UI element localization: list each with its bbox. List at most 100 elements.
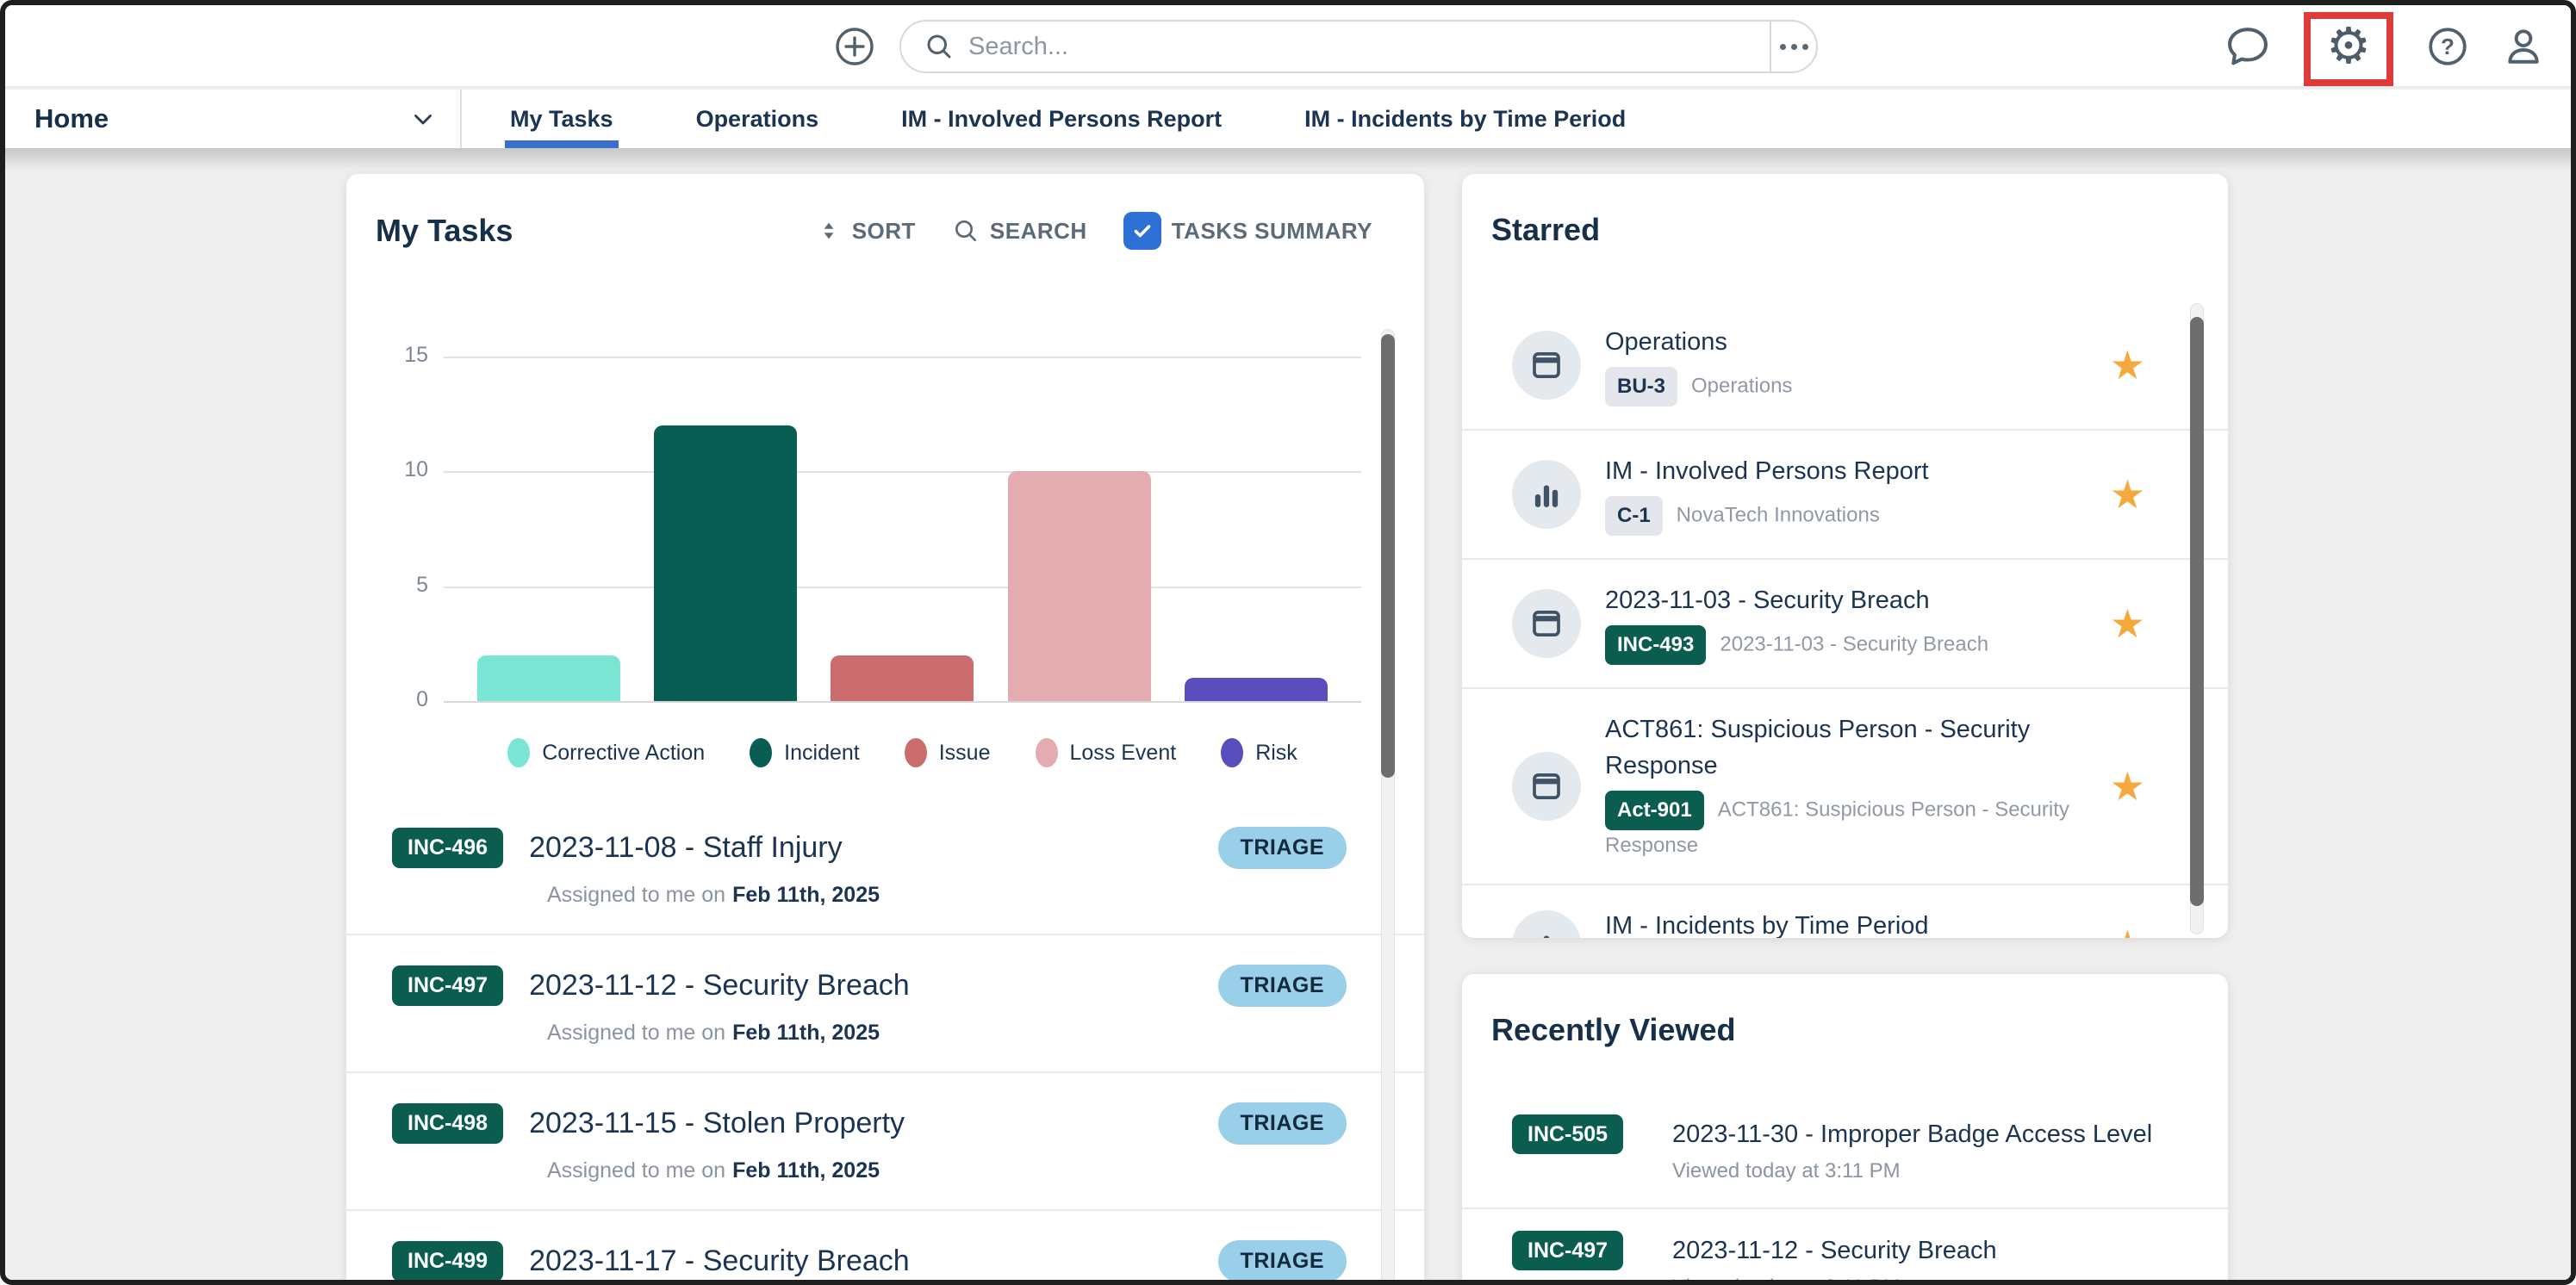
record-id-badge: INC-497 bbox=[392, 965, 503, 1006]
bar-incident bbox=[654, 425, 797, 701]
avatar bbox=[1512, 910, 1581, 938]
y-axis-tick: 15 bbox=[380, 343, 428, 368]
my-tasks-title: My Tasks bbox=[376, 213, 513, 249]
my-tasks-card: My Tasks SORT SEARCH bbox=[346, 174, 1424, 1285]
sort-label: SORT bbox=[852, 218, 916, 245]
starred-item-title: Operations bbox=[1605, 324, 2089, 360]
starred-item[interactable]: Operations BU-3Operations ★ bbox=[1462, 301, 2228, 431]
tab-im-incidents-by-time-period[interactable]: IM - Incidents by Time Period bbox=[1304, 90, 1626, 148]
home-label: Home bbox=[34, 103, 109, 134]
avatar bbox=[1512, 460, 1581, 529]
plus-circle-icon bbox=[834, 26, 875, 67]
legend-dot bbox=[750, 738, 772, 767]
starred-item-meta: BU-3Operations bbox=[1605, 367, 2089, 407]
add-button[interactable] bbox=[834, 26, 875, 67]
starred-card: Starred Operations BU-3Operations bbox=[1462, 174, 2228, 938]
window-icon bbox=[1528, 768, 1565, 804]
messages-button[interactable] bbox=[2224, 23, 2271, 70]
tab-my-tasks[interactable]: My Tasks bbox=[510, 90, 613, 148]
profile-button[interactable] bbox=[2502, 25, 2545, 68]
bar-corrective-action bbox=[477, 655, 620, 701]
legend-dot bbox=[507, 738, 530, 767]
recently-viewed-card: Recently Viewed INC-505 2023-11-30 - Imp… bbox=[1462, 974, 2228, 1285]
recently-viewed-item-title[interactable]: 2023-11-12 - Security Breach bbox=[1672, 1237, 1997, 1265]
starred-item-badge: INC-493 bbox=[1605, 625, 1706, 665]
status-badge: TRIAGE bbox=[1218, 827, 1347, 869]
avatar bbox=[1512, 331, 1581, 400]
star-icon[interactable]: ★ bbox=[2110, 345, 2145, 385]
task-title[interactable]: 2023-11-15 - Stolen Property bbox=[529, 1107, 905, 1140]
task-assigned: Assigned to me onFeb 11th, 2025 bbox=[547, 1021, 1347, 1046]
recently-viewed-item-title[interactable]: 2023-11-30 - Improper Badge Access Level bbox=[1672, 1120, 2152, 1149]
tasks-summary-checkbox[interactable] bbox=[1123, 212, 1161, 250]
sort-control[interactable]: SORT bbox=[816, 218, 916, 245]
task-assigned: Assigned to me onFeb 11th, 2025 bbox=[547, 883, 1347, 908]
scrollbar-thumb[interactable] bbox=[1381, 334, 1395, 778]
starred-item-badge: BU-3 bbox=[1605, 367, 1677, 407]
viewed-timestamp: Viewed today at 3:11 PM bbox=[1672, 1276, 1997, 1285]
legend-item: Incident bbox=[750, 738, 860, 767]
recently-viewed-item[interactable]: INC-497 2023-11-12 - Security Breach Vie… bbox=[1462, 1209, 2228, 1285]
task-row[interactable]: INC-499 2023-11-17 - Security Breach TRI… bbox=[346, 1211, 1424, 1285]
legend-item: Corrective Action bbox=[507, 738, 705, 767]
chart-legend: Corrective Action Incident Issue Loss Ev… bbox=[444, 738, 1361, 767]
tasks-summary-chart: 15 10 5 0 bbox=[444, 357, 1361, 701]
starred-item[interactable]: ACT861: Suspicious Person - Security Res… bbox=[1462, 689, 2228, 885]
status-badge: TRIAGE bbox=[1218, 965, 1347, 1007]
starred-item[interactable]: IM - Incidents by Time Period ★ bbox=[1462, 885, 2228, 938]
task-title[interactable]: 2023-11-12 - Security Breach bbox=[529, 969, 910, 1003]
search-tasks-label: SEARCH bbox=[990, 218, 1087, 245]
viewed-timestamp: Viewed today at 3:11 PM bbox=[1672, 1159, 2152, 1183]
starred-item-text: 2023-11-03 - Security Breach INC-4932023… bbox=[1605, 582, 2089, 665]
search-tasks-control[interactable]: SEARCH bbox=[952, 217, 1087, 245]
starred-item-title: ACT861: Suspicious Person - Security Res… bbox=[1605, 711, 2089, 784]
task-title[interactable]: 2023-11-08 - Staff Injury bbox=[529, 831, 843, 865]
person-icon bbox=[2502, 25, 2545, 68]
scrollbar-thumb[interactable] bbox=[2190, 317, 2204, 906]
starred-item-title: 2023-11-03 - Security Breach bbox=[1605, 582, 2089, 618]
recently-viewed-item[interactable]: INC-505 2023-11-30 - Improper Badge Acce… bbox=[1462, 1093, 2228, 1209]
task-assigned: Assigned to me onFeb 11th, 2025 bbox=[547, 1158, 1347, 1183]
app-window: ⚙ ? Home My bbox=[0, 0, 2576, 1285]
star-icon[interactable]: ★ bbox=[2110, 925, 2145, 938]
starred-list: Operations BU-3Operations ★ bbox=[1462, 301, 2228, 938]
y-axis-tick: 0 bbox=[380, 687, 428, 712]
nav-shadow bbox=[5, 148, 2571, 171]
svg-text:?: ? bbox=[2441, 34, 2455, 59]
settings-button[interactable]: ⚙ bbox=[2304, 5, 2393, 88]
tab-im-involved-persons-report[interactable]: IM - Involved Persons Report bbox=[901, 90, 1222, 148]
y-axis-tick: 10 bbox=[380, 457, 428, 482]
star-icon[interactable]: ★ bbox=[2110, 604, 2145, 643]
window-icon bbox=[1528, 605, 1565, 642]
search-icon bbox=[924, 31, 955, 62]
task-title[interactable]: 2023-11-17 - Security Breach bbox=[529, 1245, 910, 1278]
starred-item[interactable]: 2023-11-03 - Security Breach INC-4932023… bbox=[1462, 560, 2228, 689]
record-id-badge: INC-496 bbox=[392, 828, 503, 868]
recently-viewed-title: Recently Viewed bbox=[1491, 1012, 1735, 1048]
task-row[interactable]: INC-496 2023-11-08 - Staff Injury TRIAGE… bbox=[346, 798, 1424, 935]
status-badge: TRIAGE bbox=[1218, 1102, 1347, 1145]
recently-viewed-list: INC-505 2023-11-30 - Improper Badge Acce… bbox=[1462, 1093, 2228, 1285]
tab-operations[interactable]: Operations bbox=[696, 90, 819, 148]
search-options-button[interactable] bbox=[1770, 22, 1816, 71]
legend-label: Incident bbox=[784, 741, 860, 766]
bar-risk bbox=[1185, 678, 1328, 701]
starred-item-text: Operations BU-3Operations bbox=[1605, 324, 2089, 407]
task-row[interactable]: INC-497 2023-11-12 - Security Breach TRI… bbox=[346, 935, 1424, 1073]
help-button[interactable]: ? bbox=[2426, 25, 2469, 68]
question-circle-icon: ? bbox=[2426, 25, 2469, 68]
legend-dot bbox=[905, 738, 927, 767]
legend-item: Issue bbox=[905, 738, 991, 767]
legend-dot bbox=[1221, 738, 1243, 767]
global-search bbox=[899, 20, 1818, 73]
starred-item-meta: Act-901ACT861: Suspicious Person - Secur… bbox=[1605, 791, 2089, 861]
star-icon[interactable]: ★ bbox=[2110, 767, 2145, 806]
starred-item-meta: INC-4932023-11-03 - Security Breach bbox=[1605, 625, 2089, 665]
starred-item[interactable]: IM - Involved Persons Report C-1NovaTech… bbox=[1462, 431, 2228, 560]
task-row[interactable]: INC-498 2023-11-15 - Stolen Property TRI… bbox=[346, 1073, 1424, 1211]
search-input[interactable] bbox=[968, 33, 1770, 61]
gear-icon: ⚙ bbox=[2326, 22, 2371, 71]
legend-label: Issue bbox=[939, 741, 991, 766]
home-dropdown[interactable]: Home bbox=[5, 90, 462, 148]
star-icon[interactable]: ★ bbox=[2110, 475, 2145, 514]
